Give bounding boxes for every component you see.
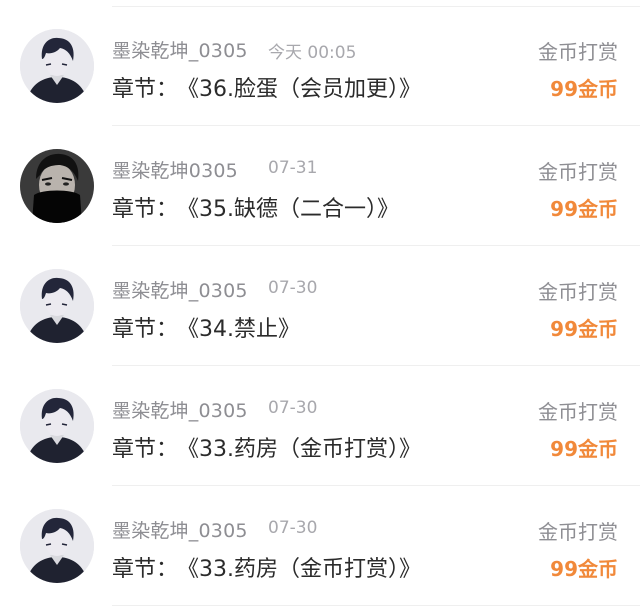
username: 墨染乾坤_0305 bbox=[112, 400, 248, 422]
anime-boy-avatar-icon[interactable] bbox=[20, 389, 94, 463]
chapter-label: 章节： bbox=[112, 77, 179, 102]
anime-boy-avatar-icon[interactable] bbox=[20, 29, 94, 103]
reward-amount: 99金币 bbox=[550, 197, 618, 221]
timestamp: 07-30 bbox=[268, 278, 318, 298]
chapter-label: 章节： bbox=[112, 317, 179, 342]
timestamp: 今天 00:05 bbox=[268, 43, 357, 63]
list-item[interactable]: 墨染乾坤_0305 07-30 章节： 《33.药房（金币打赏）》 金币打赏 99… bbox=[0, 366, 640, 486]
chapter-line: 章节： 《33.药房（金币打赏）》 bbox=[112, 551, 421, 583]
chapter-title: 《33.药房（金币打赏）》 bbox=[188, 557, 422, 582]
reward-type: 金币打赏 bbox=[538, 520, 618, 544]
reward-type: 金币打赏 bbox=[538, 40, 618, 64]
chapter-label: 章节： bbox=[112, 557, 179, 582]
reward-record-list: 墨染乾坤_0305 今天 00:05 章节： 《36.脸蛋（会员加更）》 金币打赏… bbox=[0, 0, 640, 607]
anime-boy-avatar-icon[interactable] bbox=[20, 509, 94, 583]
chapter-title: 《35.缺德（二合一）》 bbox=[188, 197, 400, 222]
chapter-title: 《36.脸蛋（会员加更）》 bbox=[188, 77, 422, 102]
timestamp: 07-31 bbox=[268, 158, 318, 178]
timestamp: 07-30 bbox=[268, 518, 318, 538]
reward-amount: 99金币 bbox=[550, 317, 618, 341]
username: 墨染乾坤_0305 bbox=[112, 520, 248, 542]
anime-boy-avatar-icon[interactable] bbox=[20, 269, 94, 343]
username: 墨染乾坤0305 bbox=[112, 160, 238, 182]
reward-amount: 99金币 bbox=[550, 77, 618, 101]
timestamp: 07-30 bbox=[268, 398, 318, 418]
chapter-line: 章节： 《34.禁止》 bbox=[112, 311, 300, 343]
chapter-line: 章节： 《33.药房（金币打赏）》 bbox=[112, 431, 421, 463]
chapter-line: 章节： 《35.缺德（二合一）》 bbox=[112, 191, 399, 223]
list-item[interactable]: 墨染乾坤_0305 07-30 章节： 《33.药房（金币打赏）》 金币打赏 99… bbox=[0, 486, 640, 606]
chapter-label: 章节： bbox=[112, 197, 179, 222]
username: 墨染乾坤_0305 bbox=[112, 40, 248, 62]
list-item[interactable]: 墨染乾坤0305 07-31 章节： 《35.缺德（二合一）》 金币打赏 99金币 bbox=[0, 126, 640, 246]
chapter-line: 章节： 《36.脸蛋（会员加更）》 bbox=[112, 71, 421, 103]
chapter-label: 章节： bbox=[112, 437, 179, 462]
list-item[interactable]: 墨染乾坤_0305 07-30 章节： 《34.禁止》 金币打赏 99金币 bbox=[0, 246, 640, 366]
masked-man-avatar-icon[interactable] bbox=[20, 149, 94, 223]
reward-type: 金币打赏 bbox=[538, 280, 618, 304]
chapter-title: 《33.药房（金币打赏）》 bbox=[188, 437, 422, 462]
username: 墨染乾坤_0305 bbox=[112, 280, 248, 302]
reward-type: 金币打赏 bbox=[538, 160, 618, 184]
list-divider bbox=[112, 605, 640, 606]
chapter-title: 《34.禁止》 bbox=[188, 317, 301, 342]
reward-amount: 99金币 bbox=[550, 557, 618, 581]
reward-amount: 99金币 bbox=[550, 437, 618, 461]
reward-type: 金币打赏 bbox=[538, 400, 618, 424]
list-item[interactable]: 墨染乾坤_0305 今天 00:05 章节： 《36.脸蛋（会员加更）》 金币打赏… bbox=[0, 6, 640, 126]
